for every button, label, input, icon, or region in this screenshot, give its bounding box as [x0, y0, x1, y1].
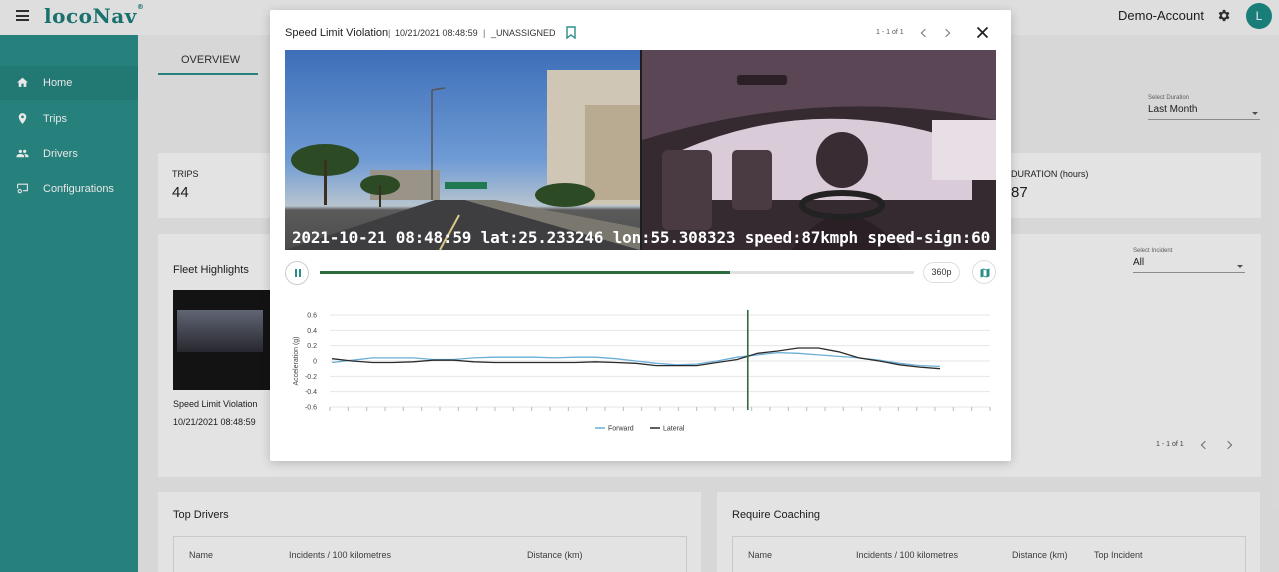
dialog-title: Speed Limit Violation	[285, 27, 389, 39]
cabin-scene	[642, 50, 996, 250]
chevron-left-icon[interactable]	[920, 28, 930, 38]
dashcam-video[interactable]: 2021-10-21 08:48:59 lat:25.233246 lon:55…	[285, 50, 996, 250]
title-separator: |	[483, 28, 486, 38]
y-tick-label: 0.2	[307, 343, 317, 350]
quality-selector[interactable]: 360p	[923, 262, 960, 283]
dialog-pager: 1 - 1 of 1	[876, 29, 904, 36]
y-tick-label: -0.6	[305, 405, 317, 412]
bookmark-icon[interactable]	[566, 26, 576, 39]
y-tick-label: 0.4	[307, 328, 317, 335]
title-separator: |	[388, 28, 391, 38]
pause-button[interactable]	[285, 261, 309, 285]
acceleration-chart: 0.6 0.4 0.2 0 -0.2 -0.4 -0.6 Acceleration (g) Fo…	[293, 310, 991, 433]
legend-label: Lateral	[663, 426, 685, 433]
y-tick-label: -0.4	[305, 389, 317, 396]
cabin-camera-feed	[642, 50, 996, 250]
video-progress-bar[interactable]	[320, 271, 914, 274]
close-icon[interactable]	[976, 26, 989, 39]
video-telemetry-overlay: 2021-10-21 08:48:59 lat:25.233246 lon:55…	[292, 228, 991, 247]
video-progress-fill	[320, 271, 730, 274]
driver-assignee[interactable]: _UNASSIGNED	[491, 28, 556, 38]
map-button[interactable]	[972, 260, 996, 284]
dialog-timestamp: 10/21/2021 08:48:59	[395, 28, 478, 38]
y-tick-label: 0	[313, 359, 317, 366]
road-scene	[285, 70, 640, 250]
incident-video-dialog: Speed Limit Violation | 10/21/2021 08:48…	[270, 10, 1011, 461]
road-camera-feed	[285, 50, 640, 250]
chevron-right-icon[interactable]	[941, 28, 951, 38]
y-tick-label: 0.6	[307, 313, 317, 320]
y-axis-label: Acceleration (g)	[293, 336, 300, 385]
y-tick-label: -0.2	[305, 374, 317, 381]
legend-label: Forward	[608, 426, 634, 433]
map-icon	[980, 268, 990, 278]
